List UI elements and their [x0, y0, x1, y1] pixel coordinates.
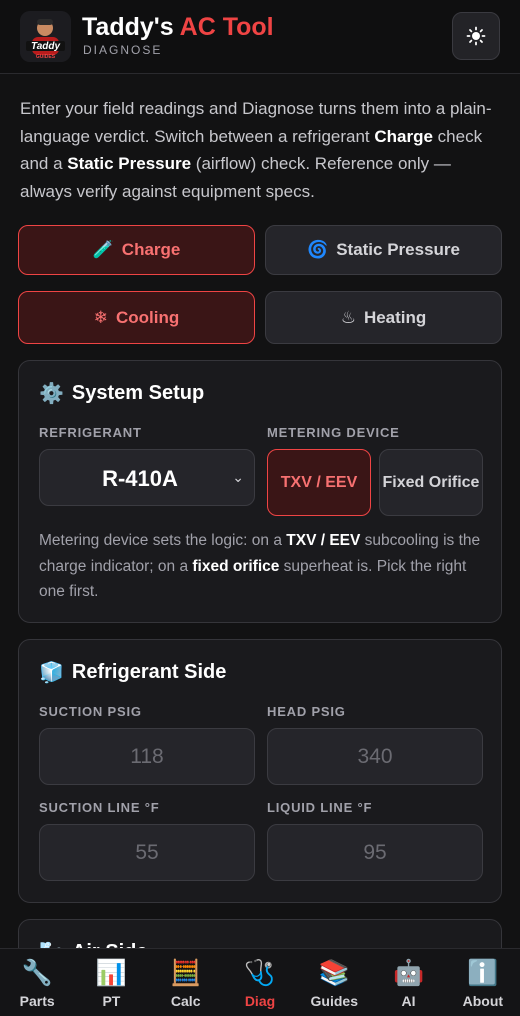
app-title-main: Taddy's: [82, 13, 180, 41]
head-psig-input[interactable]: 340: [267, 728, 483, 785]
refrigerant-side-title: Refrigerant Side: [71, 661, 227, 683]
tab-charge-label: Charge: [121, 240, 181, 259]
card-title: 🧊 Refrigerant Side: [39, 660, 226, 685]
books-icon: 📚: [318, 959, 350, 987]
nav-item-ai[interactable]: 🤖 AI: [371, 949, 445, 1016]
nav-item-diag[interactable]: 🩺 Diag: [223, 949, 297, 1016]
intro-text: Enter your field readings and Diagnose t…: [20, 95, 500, 205]
tab-charge[interactable]: 🧪 Charge: [18, 225, 255, 275]
wrench-icon: 🔧: [21, 959, 53, 987]
bar-chart-icon: 📊: [95, 959, 127, 987]
tab-cooling[interactable]: ❄ Cooling: [18, 291, 255, 344]
nav-label: Parts: [19, 993, 55, 1009]
suction-line-label: SUCTION LINE °F: [39, 800, 160, 815]
app-logo: Taddy GUIDES: [20, 11, 71, 62]
nav-label: Calc: [170, 993, 201, 1009]
metering-fixed-orifice-button[interactable]: Fixed Orifice: [379, 449, 483, 516]
suction-line-input[interactable]: 55: [39, 824, 255, 881]
suction-psig-label: SUCTION PSIG: [39, 704, 142, 719]
intro-bold: Charge: [374, 126, 433, 146]
tab-heating-label: Heating: [363, 307, 427, 327]
snowflake-icon: ❄: [93, 307, 108, 327]
test-tube-icon: 🧪: [92, 240, 114, 259]
nav-label: AI: [401, 993, 416, 1009]
cyclone-icon: 🌀: [307, 240, 329, 259]
tab-static-pressure[interactable]: 🌀 Static Pressure: [265, 225, 502, 275]
robot-icon: 🤖: [392, 959, 425, 987]
theme-toggle-button[interactable]: [452, 12, 500, 60]
logo-text: Taddy: [31, 41, 61, 52]
refrigerant-side-card: 🧊 Refrigerant Side SUCTION PSIG HEAD PSIG…: [18, 639, 502, 903]
logo-subtext: GUIDES: [36, 54, 56, 60]
refrigerant-label: REFRIGERANT: [39, 425, 142, 440]
nav-item-guides[interactable]: 📚 Guides: [297, 949, 371, 1016]
nav-item-about[interactable]: ℹ️ About: [446, 949, 520, 1016]
nav-item-calc[interactable]: 🧮 Calc: [149, 949, 223, 1016]
nav-label: About: [462, 993, 504, 1009]
ice-cube-icon: 🧊: [39, 662, 64, 684]
head-psig-label: HEAD PSIG: [267, 704, 346, 719]
liquid-line-label: LIQUID LINE °F: [267, 800, 373, 815]
note-bold: TXV / EEV: [286, 532, 361, 549]
stethoscope-icon: 🩺: [244, 959, 276, 987]
nav-label: Diag: [244, 993, 276, 1009]
metering-device-label: METERING DEVICE: [267, 425, 400, 440]
chevron-down-icon: ⌄: [232, 469, 244, 485]
tab-static-pressure-label: Static Pressure: [336, 240, 460, 259]
page-subtitle: DIAGNOSE: [83, 43, 163, 57]
gear-icon: ⚙️: [39, 383, 64, 405]
nav-item-pt[interactable]: 📊 PT: [74, 949, 148, 1016]
suction-psig-input[interactable]: 118: [39, 728, 255, 785]
sun-icon: [466, 26, 486, 46]
hot-springs-icon: ♨: [340, 307, 356, 327]
tab-cooling-label: Cooling: [115, 307, 180, 327]
abacus-icon: 🧮: [170, 959, 202, 987]
system-setup-title: System Setup: [71, 382, 205, 404]
card-title: ⚙️ System Setup: [39, 381, 204, 406]
tab-heating[interactable]: ♨ Heating: [265, 291, 502, 344]
app-header: Taddy GUIDES Taddy's AC Tool DIAGNOSE: [0, 0, 520, 74]
app-title-accent: AC Tool: [179, 13, 274, 41]
refrigerant-value: R-410A: [102, 465, 178, 491]
nav-label: PT: [102, 993, 121, 1009]
liquid-line-input[interactable]: 95: [267, 824, 483, 881]
system-setup-card: ⚙️ System Setup REFRIGERANT METERING DEVI…: [18, 360, 502, 623]
info-icon: ℹ️: [467, 959, 499, 987]
nav-label: Guides: [310, 993, 358, 1009]
note-part: Metering device sets the logic: on a: [39, 532, 287, 549]
app-title: Taddy's AC Tool: [82, 13, 274, 42]
intro-bold: Static Pressure: [67, 154, 192, 173]
bottom-nav: 🔧 Parts 📊 PT 🧮 Calc 🩺 Diag 📚 Guides 🤖 AI…: [0, 948, 520, 1016]
metering-note: Metering device sets the logic: on a TXV…: [39, 528, 483, 605]
note-bold: fixed orifice: [192, 557, 280, 575]
nav-item-parts[interactable]: 🔧 Parts: [0, 949, 74, 1016]
refrigerant-select[interactable]: R-410A ⌄: [39, 449, 255, 506]
metering-txv-eev-button[interactable]: TXV / EEV: [267, 449, 371, 516]
